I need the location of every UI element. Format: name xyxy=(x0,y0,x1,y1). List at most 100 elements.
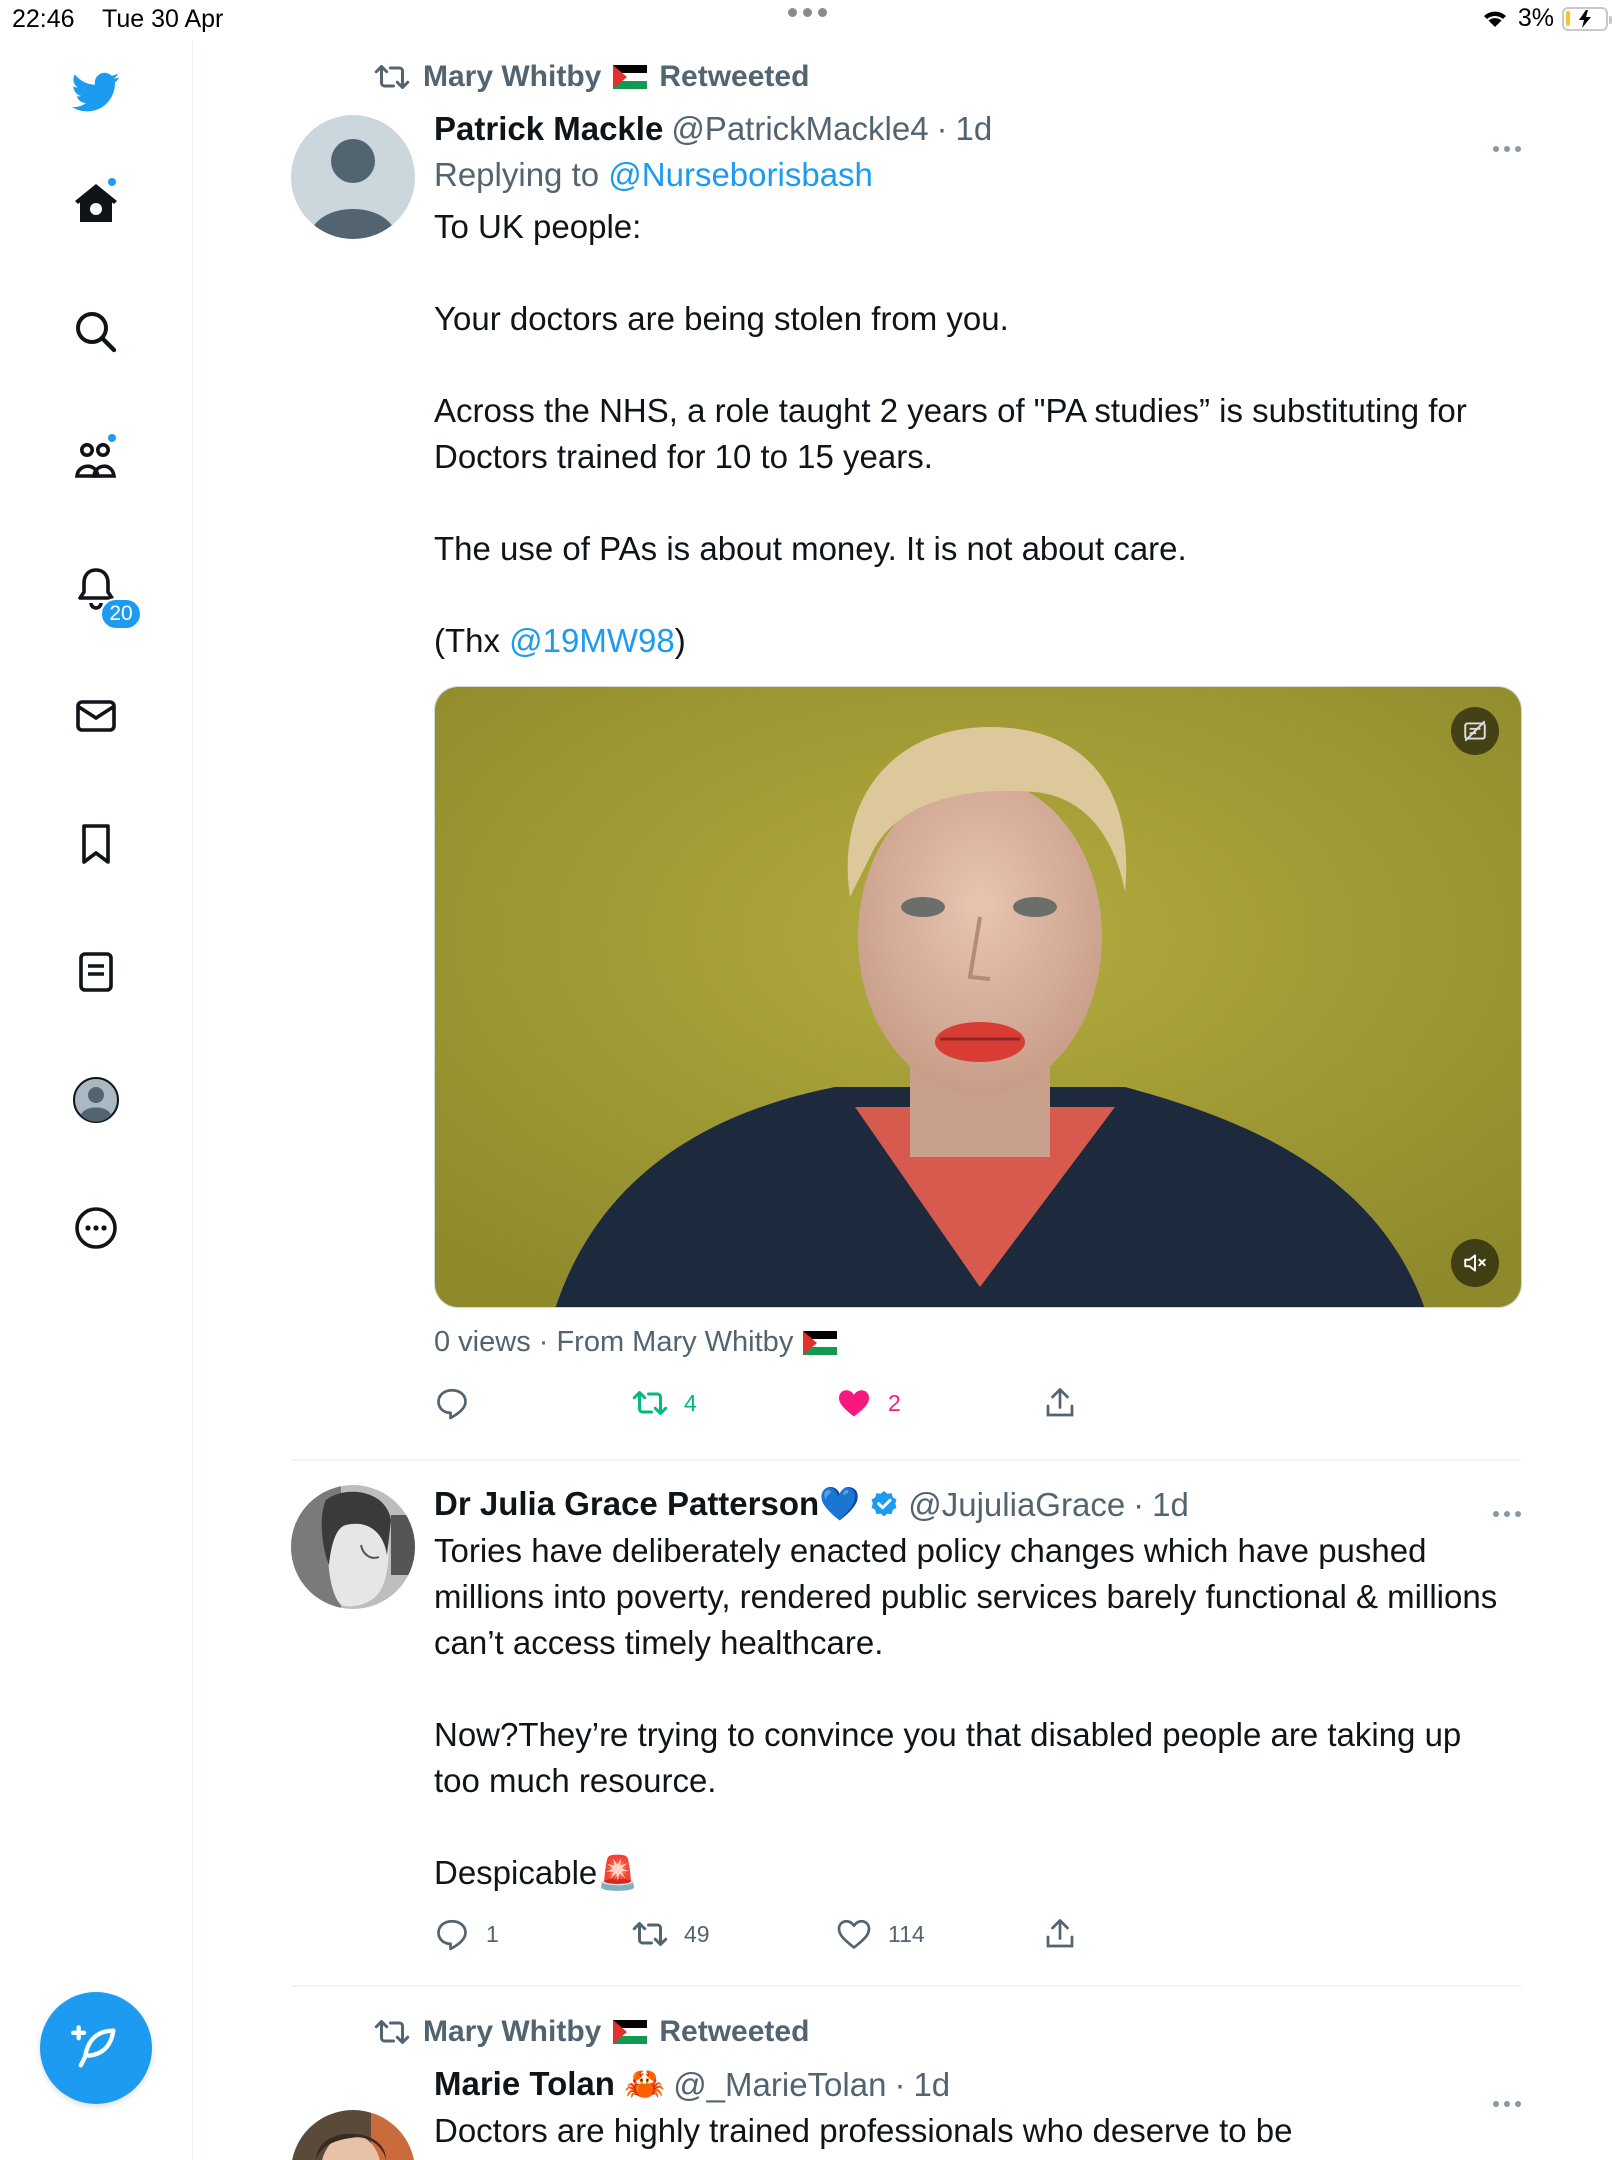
multitasking-dots-icon[interactable] xyxy=(788,8,827,17)
retweet-context: Mary Whitby Retweeted xyxy=(373,60,809,94)
tweet-header: Marie Tolan 🦀 @_MarieTolan · 1d xyxy=(434,2065,951,2104)
share-icon xyxy=(1046,1919,1074,1948)
twitter-logo-icon[interactable] xyxy=(66,62,126,122)
tweet-thanks-line: (Thx @19MW98) xyxy=(434,622,686,659)
mute-icon[interactable] xyxy=(1451,1239,1499,1287)
views-text: 0 views · From Mary Whitby xyxy=(434,1326,794,1358)
replying-to-link[interactable]: @Nurseborisbash xyxy=(608,156,873,193)
retweeter-name[interactable]: Mary Whitby xyxy=(423,60,601,94)
share-icon xyxy=(1046,1388,1074,1417)
tweet-divider xyxy=(291,1459,1521,1461)
tweet-more-menu-icon[interactable] xyxy=(1493,2101,1521,2107)
replying-to-line: Replying to @Nurseborisbash xyxy=(434,156,1514,194)
author-name[interactable]: Patrick Mackle xyxy=(434,110,663,148)
share-button[interactable] xyxy=(1042,1916,1078,1952)
retweeted-label: Retweeted xyxy=(659,2015,810,2048)
tweet-more-menu-icon[interactable] xyxy=(1493,146,1521,152)
tweet-actions: 1 49 114 xyxy=(434,1916,1514,1960)
reply-button[interactable]: 1 xyxy=(434,1916,499,1952)
tweet-divider xyxy=(291,1985,1521,1987)
tweet-text-line: Now?They’re trying to convince you that … xyxy=(434,1716,1462,1799)
sidebar-nav: 20 xyxy=(0,40,193,2160)
tweet-content: Marie Tolan 🦀 @_MarieTolan · 1d Doctors … xyxy=(434,2065,1514,2154)
retweet-icon xyxy=(374,2020,410,2044)
tweet-text-line: Despicable🚨 xyxy=(434,1854,639,1891)
avatar-marie[interactable] xyxy=(291,2110,415,2160)
retweet-button[interactable]: 49 xyxy=(632,1916,710,1952)
tweet-text-line: Across the NHS, a role taught 2 years of… xyxy=(434,392,1467,475)
bookmarks-icon[interactable] xyxy=(66,814,126,874)
retweet-context: Mary Whitby Retweeted xyxy=(373,2015,809,2049)
reply-icon xyxy=(437,1388,467,1420)
messages-icon[interactable] xyxy=(66,686,126,746)
status-bar: 22:46 Tue 30 Apr 3% xyxy=(0,0,1620,40)
tweet-content: Patrick Mackle @PatrickMackle4 · 1d Repl… xyxy=(434,110,1522,1429)
communities-new-dot xyxy=(106,432,118,444)
more-options-icon[interactable] xyxy=(66,1198,126,1258)
retweet-icon xyxy=(632,1391,668,1415)
author-handle[interactable]: @JujuliaGrace xyxy=(908,1486,1125,1524)
mention-link[interactable]: @19MW98 xyxy=(509,622,675,659)
author-name[interactable]: Dr Julia Grace Patterson💙 xyxy=(434,1485,860,1524)
like-count: 114 xyxy=(888,1920,925,1947)
like-count: 2 xyxy=(888,1389,901,1416)
lists-icon[interactable] xyxy=(66,942,126,1002)
tweet-content: Dr Julia Grace Patterson💙 @JujuliaGrace … xyxy=(434,1485,1514,1960)
battery-percent: 3% xyxy=(1517,4,1554,32)
retweeter-name[interactable]: Mary Whitby xyxy=(423,2015,601,2049)
profile-avatar-icon[interactable] xyxy=(66,1070,126,1130)
tweet-text-line: Your doctors are being stolen from you. xyxy=(434,300,1009,337)
tweet-header: Patrick Mackle @PatrickMackle4 · 1d xyxy=(434,110,993,148)
palestine-flag-icon xyxy=(613,65,648,89)
retweet-icon xyxy=(374,65,410,89)
notifications-count-badge: 20 xyxy=(100,598,142,630)
author-name[interactable]: Marie Tolan 🦀 xyxy=(434,2065,665,2104)
palestine-flag-icon xyxy=(613,2020,648,2044)
author-handle[interactable]: @_MarieTolan xyxy=(673,2066,886,2104)
status-right: 3% xyxy=(1480,4,1612,33)
author-handle[interactable]: @PatrickMackle4 xyxy=(671,110,928,148)
retweet-button[interactable]: 4 xyxy=(632,1385,697,1421)
tweet-text-line: Doctors are highly trained professionals… xyxy=(434,2112,1293,2149)
tweet-text-line: Tories have deliberately enacted policy … xyxy=(434,1532,1498,1661)
share-button[interactable] xyxy=(1042,1385,1078,1421)
avatar-julia[interactable] xyxy=(291,1485,415,1609)
reply-count: 1 xyxy=(486,1920,499,1947)
home-icon[interactable] xyxy=(66,174,126,234)
tweet-body: Tories have deliberately enacted policy … xyxy=(434,1528,1514,1896)
like-button[interactable]: 2 xyxy=(836,1385,901,1421)
status-time: 22:46 xyxy=(12,5,75,33)
tweet-header: Dr Julia Grace Patterson💙 @JujuliaGrace … xyxy=(434,1485,1189,1524)
tweet-text-line: The use of PAs is about money. It is not… xyxy=(434,530,1187,567)
home-new-dot xyxy=(106,176,118,188)
tweet-text-line: To UK people: xyxy=(434,208,642,245)
communities-icon[interactable] xyxy=(66,430,126,490)
retweeted-label: Retweeted xyxy=(659,60,810,93)
compose-tweet-button[interactable] xyxy=(40,1992,152,2104)
compose-feather-icon xyxy=(71,2025,116,2068)
replying-prefix: Replying to xyxy=(434,156,600,193)
tweet-more-menu-icon[interactable] xyxy=(1493,1511,1521,1517)
tweet-body: Doctors are highly trained professionals… xyxy=(434,2108,1514,2154)
verified-badge-icon xyxy=(871,1490,897,1516)
wifi-icon xyxy=(1483,11,1506,27)
palestine-flag-icon xyxy=(803,1330,838,1355)
retweet-count: 4 xyxy=(684,1389,697,1416)
avatar-default[interactable] xyxy=(291,115,415,239)
video-views-line: 0 views · From Mary Whitby xyxy=(434,1326,1514,1359)
status-date: Tue 30 Apr xyxy=(102,5,224,33)
tweet-time[interactable]: 1d xyxy=(956,110,993,148)
heart-filled-icon xyxy=(839,1390,869,1417)
battery-icon xyxy=(1562,6,1612,31)
tweet-time[interactable]: 1d xyxy=(913,2066,950,2104)
retweet-icon xyxy=(632,1922,668,1946)
search-icon[interactable] xyxy=(66,302,126,362)
reply-icon xyxy=(437,1919,467,1951)
retweet-count: 49 xyxy=(684,1920,710,1947)
video-frame-woman xyxy=(435,687,1521,1307)
reply-button[interactable] xyxy=(434,1385,470,1421)
like-button[interactable]: 114 xyxy=(836,1916,925,1952)
content-warning-icon[interactable] xyxy=(1451,707,1499,755)
tweet-time[interactable]: 1d xyxy=(1152,1486,1189,1524)
tweet-video[interactable] xyxy=(434,686,1522,1308)
